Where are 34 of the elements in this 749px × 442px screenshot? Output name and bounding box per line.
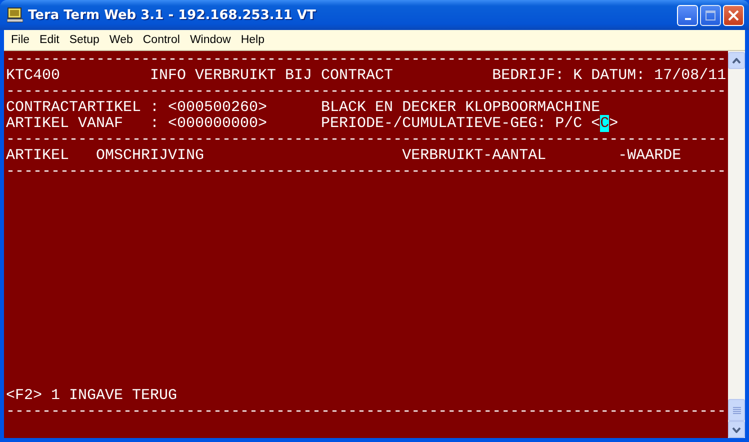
menu-item[interactable]: Help [236, 34, 270, 46]
scroll-up-button[interactable] [728, 52, 745, 69]
terminal-icon [7, 7, 23, 23]
terminal-text: ARTIKEL VANAF : <000000000> PERIODE-/CUMULATIEVE-GEG: P/C < [6, 115, 600, 132]
menu-item[interactable]: Edit [34, 34, 64, 46]
terminal-text: CONTRACTARTIKEL : <000500260> BLACK EN DECKER KLOPBOORMACHINE [6, 99, 600, 116]
menu-item[interactable]: Window [184, 34, 236, 46]
dashed-rule: -------------------------------------------------------------------------------- [6, 164, 728, 180]
minimize-icon [684, 18, 690, 20]
dashed-rule: -------------------------------------------------------------------------------- [6, 84, 728, 100]
chevron-down-icon [732, 426, 741, 432]
menu-item[interactable]: Setup [64, 34, 104, 46]
maximize-icon [705, 10, 716, 20]
menu-item[interactable]: File [6, 34, 35, 46]
close-icon [728, 10, 739, 20]
menu-item[interactable]: Web [104, 34, 138, 46]
cursor-character: C [600, 115, 610, 132]
terminal-text: KTC400 INFO VERBRUIKT BIJ CONTRACT BEDRIJF: K DATUM: 17/08/11 [6, 67, 726, 84]
scroll-down-button[interactable] [728, 421, 745, 438]
menu-item[interactable]: Control [138, 34, 185, 46]
chevron-up-icon [732, 58, 741, 64]
dashed-rule: -------------------------------------------------------------------------------- [6, 404, 728, 420]
maximize-button[interactable] [700, 4, 721, 26]
window-title: Tera Term Web 3.1 - 192.168.253.11 VT [28, 8, 317, 22]
terminal-text: ARTIKEL OMSCHRIJVING VERBRUIKT-AANTAL -WAARDE [6, 147, 682, 164]
dashed-rule: -------------------------------------------------------------------------------- [6, 132, 728, 148]
scroll-thumb[interactable] [728, 399, 745, 421]
grip-icon [732, 406, 740, 414]
dashed-rule: -------------------------------------------------------------------------------- [6, 52, 728, 68]
close-button[interactable] [723, 4, 744, 26]
terminal-text: > [609, 115, 618, 132]
scrollbar[interactable] [728, 51, 745, 438]
terminal-text: <F2> 1 INGAVE TERUG [6, 387, 178, 404]
minimize-button[interactable] [677, 4, 698, 26]
